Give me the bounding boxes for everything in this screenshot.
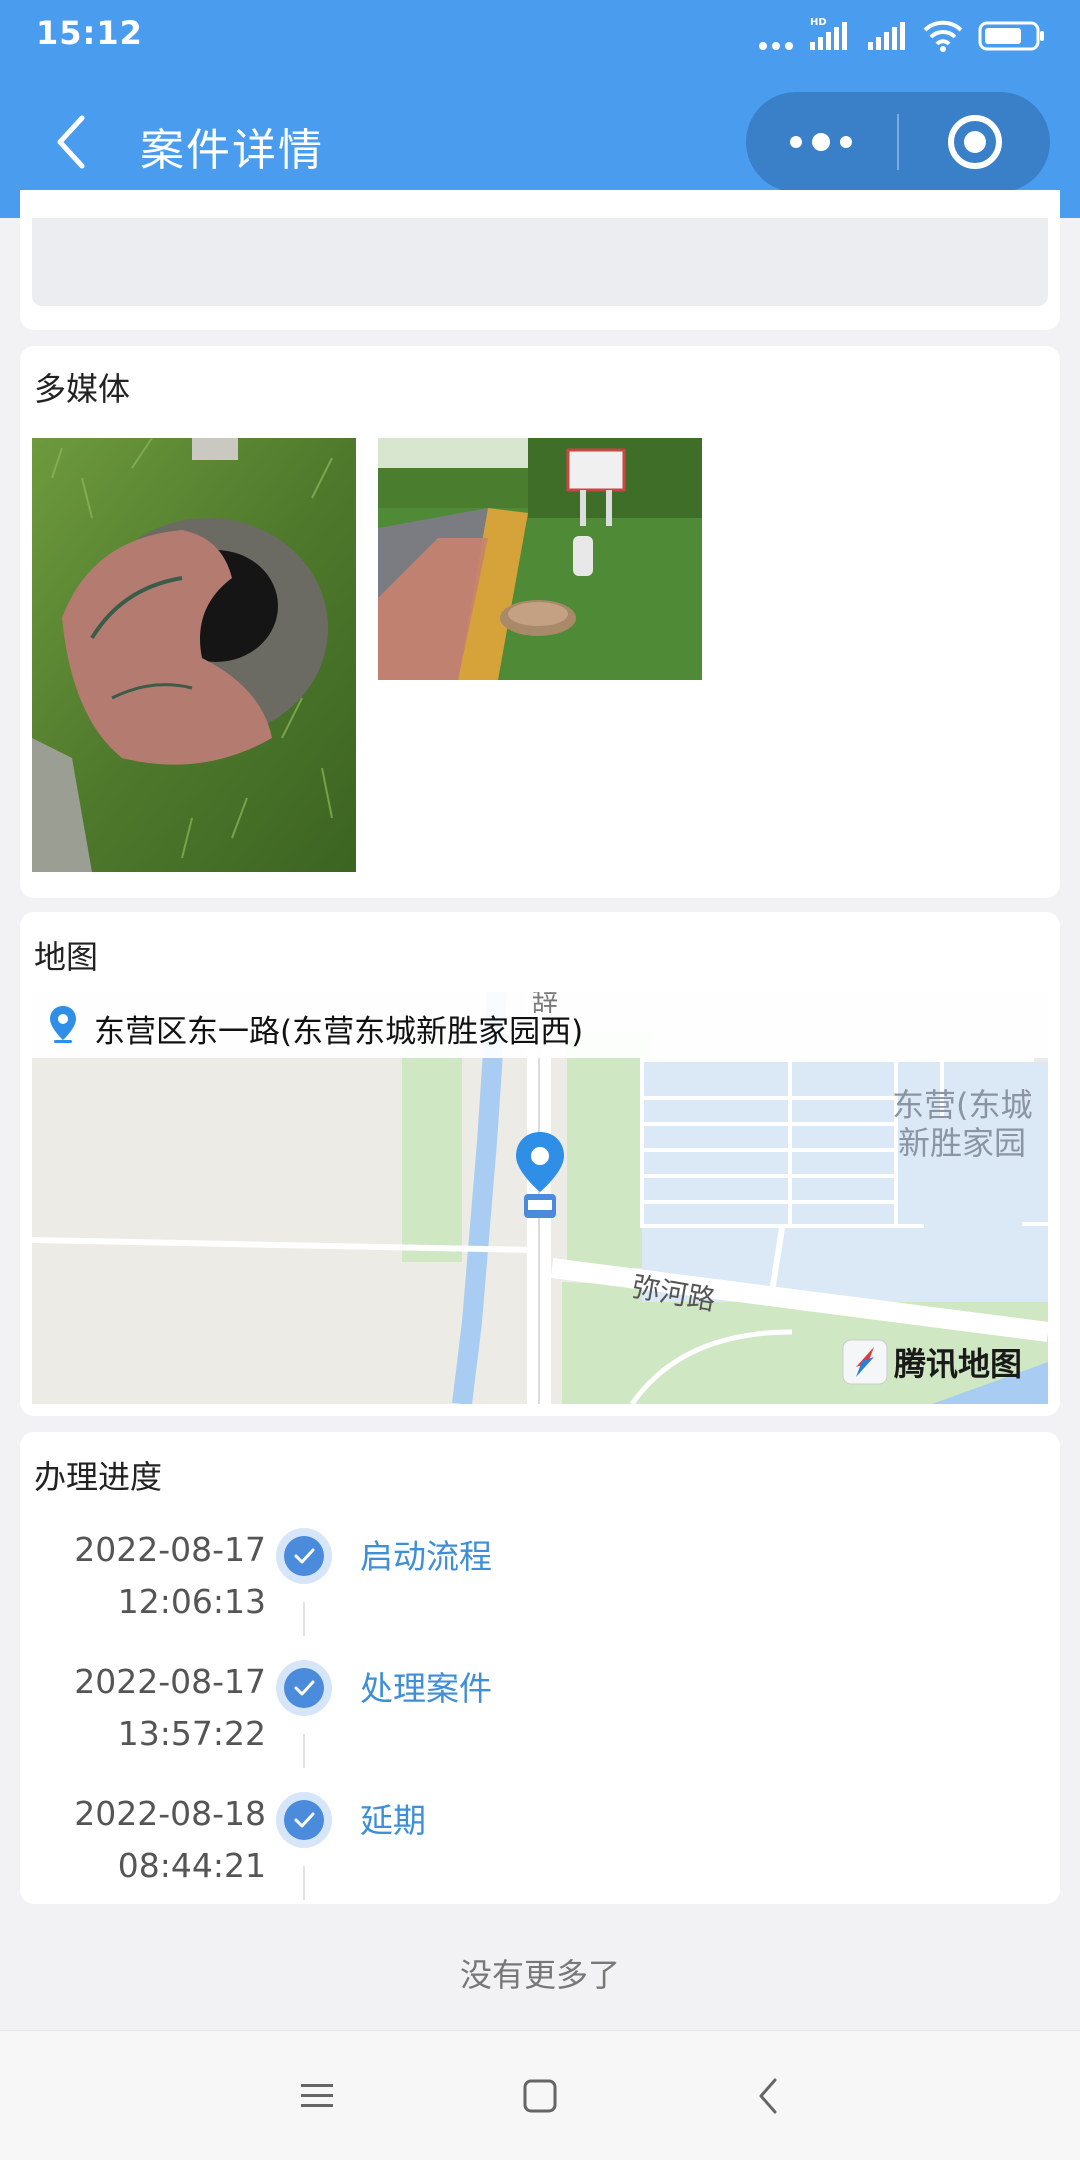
media-title: 多媒体 — [34, 370, 131, 408]
map-view[interactable]: 东营区东一路(东营东城新胜家园西) 辞 弥河路 东营(东城 新胜家园 腾讯地图 — [32, 992, 1048, 1404]
timeline-step: 2022-08-17 12:06:13 启动流程 — [20, 1524, 1060, 1656]
map-north-label: 辞 — [532, 992, 559, 1018]
photo-roadside-manhole[interactable] — [378, 438, 702, 680]
battery-icon — [978, 21, 1044, 51]
nav-bar: 案件详情 — [0, 82, 1080, 202]
no-more-text: 没有更多了 — [459, 1956, 620, 1994]
location-pin-icon — [50, 1006, 76, 1043]
photo-manhole-closeup[interactable] — [32, 438, 356, 872]
map-marker-icon — [516, 1132, 564, 1218]
signal-icon — [868, 22, 905, 50]
menu-button[interactable] — [287, 2066, 347, 2126]
check-icon — [276, 1660, 332, 1716]
step-time: 08:44:21 — [117, 1846, 266, 1885]
menu-icon — [301, 2084, 333, 2107]
timeline-step: 2022-08-17 13:57:22 处理案件 — [20, 1656, 1060, 1788]
status-bar: 15:12 HD — [0, 0, 1080, 66]
signal-hd-icon: HD — [810, 17, 847, 50]
target-icon — [947, 115, 1002, 169]
map-title: 地图 — [34, 938, 99, 976]
description-box — [32, 218, 1048, 306]
mini-program-capsule — [746, 92, 1050, 192]
more-icon-center — [812, 133, 830, 151]
step-label[interactable]: 延期 — [360, 1794, 426, 1842]
step-label[interactable]: 启动流程 — [360, 1530, 492, 1578]
timeline-connector — [303, 1734, 305, 1768]
home-button[interactable] — [510, 2066, 570, 2126]
description-card — [20, 190, 1060, 330]
system-back-button[interactable] — [738, 2066, 798, 2126]
step-time: 13:57:22 — [117, 1714, 266, 1753]
wifi-icon — [923, 20, 963, 52]
svg-text:HD: HD — [810, 17, 827, 28]
close-button[interactable] — [899, 92, 1050, 192]
step-datetime: 2022-08-18 08:44:21 — [74, 1788, 266, 1892]
step-date: 2022-08-18 — [74, 1794, 266, 1833]
map-area-label-1: 东营(东城 — [892, 1086, 1033, 1124]
timeline-connector — [303, 1866, 305, 1900]
step-label[interactable]: 处理案件 — [360, 1662, 492, 1710]
step-date: 2022-08-17 — [74, 1662, 266, 1701]
map-logo: 腾讯地图 — [842, 1337, 1022, 1387]
tencent-map-icon — [842, 1339, 888, 1385]
more-button[interactable] — [746, 92, 896, 192]
more-icon-dot — [840, 136, 852, 148]
back-icon — [759, 2078, 777, 2114]
back-icon[interactable] — [48, 110, 96, 174]
system-nav-bar — [0, 2030, 1080, 2160]
status-icons: HD — [758, 16, 1046, 52]
map-logo-text: 腾讯地图 — [894, 1345, 1023, 1383]
progress-card: 办理进度 2022-08-17 12:06:13 启动流程 2022-08-17… — [20, 1432, 1060, 1904]
map-area-label-2: 新胜家园 — [898, 1124, 1027, 1162]
media-card: 多媒体 — [20, 346, 1060, 898]
step-time: 12:06:13 — [117, 1582, 266, 1621]
check-icon — [276, 1528, 332, 1584]
map-address-text: 东营区东一路(东营东城新胜家园西) — [94, 1014, 584, 1050]
home-icon — [523, 2079, 557, 2113]
progress-title: 办理进度 — [34, 1458, 163, 1496]
status-time: 15:12 — [36, 14, 143, 52]
step-datetime: 2022-08-17 12:06:13 — [74, 1524, 266, 1628]
page-title: 案件详情 — [140, 125, 324, 176]
check-icon — [276, 1792, 332, 1848]
step-date: 2022-08-17 — [74, 1530, 266, 1569]
step-datetime: 2022-08-17 13:57:22 — [74, 1656, 266, 1760]
dots-icon — [759, 42, 793, 50]
app-header: 15:12 HD 案件详情 — [0, 0, 1080, 218]
timeline-connector — [303, 1602, 305, 1636]
timeline-step: 2022-08-18 08:44:21 延期 — [20, 1788, 1060, 1920]
map-card: 地图 东营区东一路(东营东城新胜家园西) 辞 弥河路 东营(东城 新胜家园 腾讯… — [20, 912, 1060, 1416]
more-icon — [790, 136, 802, 148]
